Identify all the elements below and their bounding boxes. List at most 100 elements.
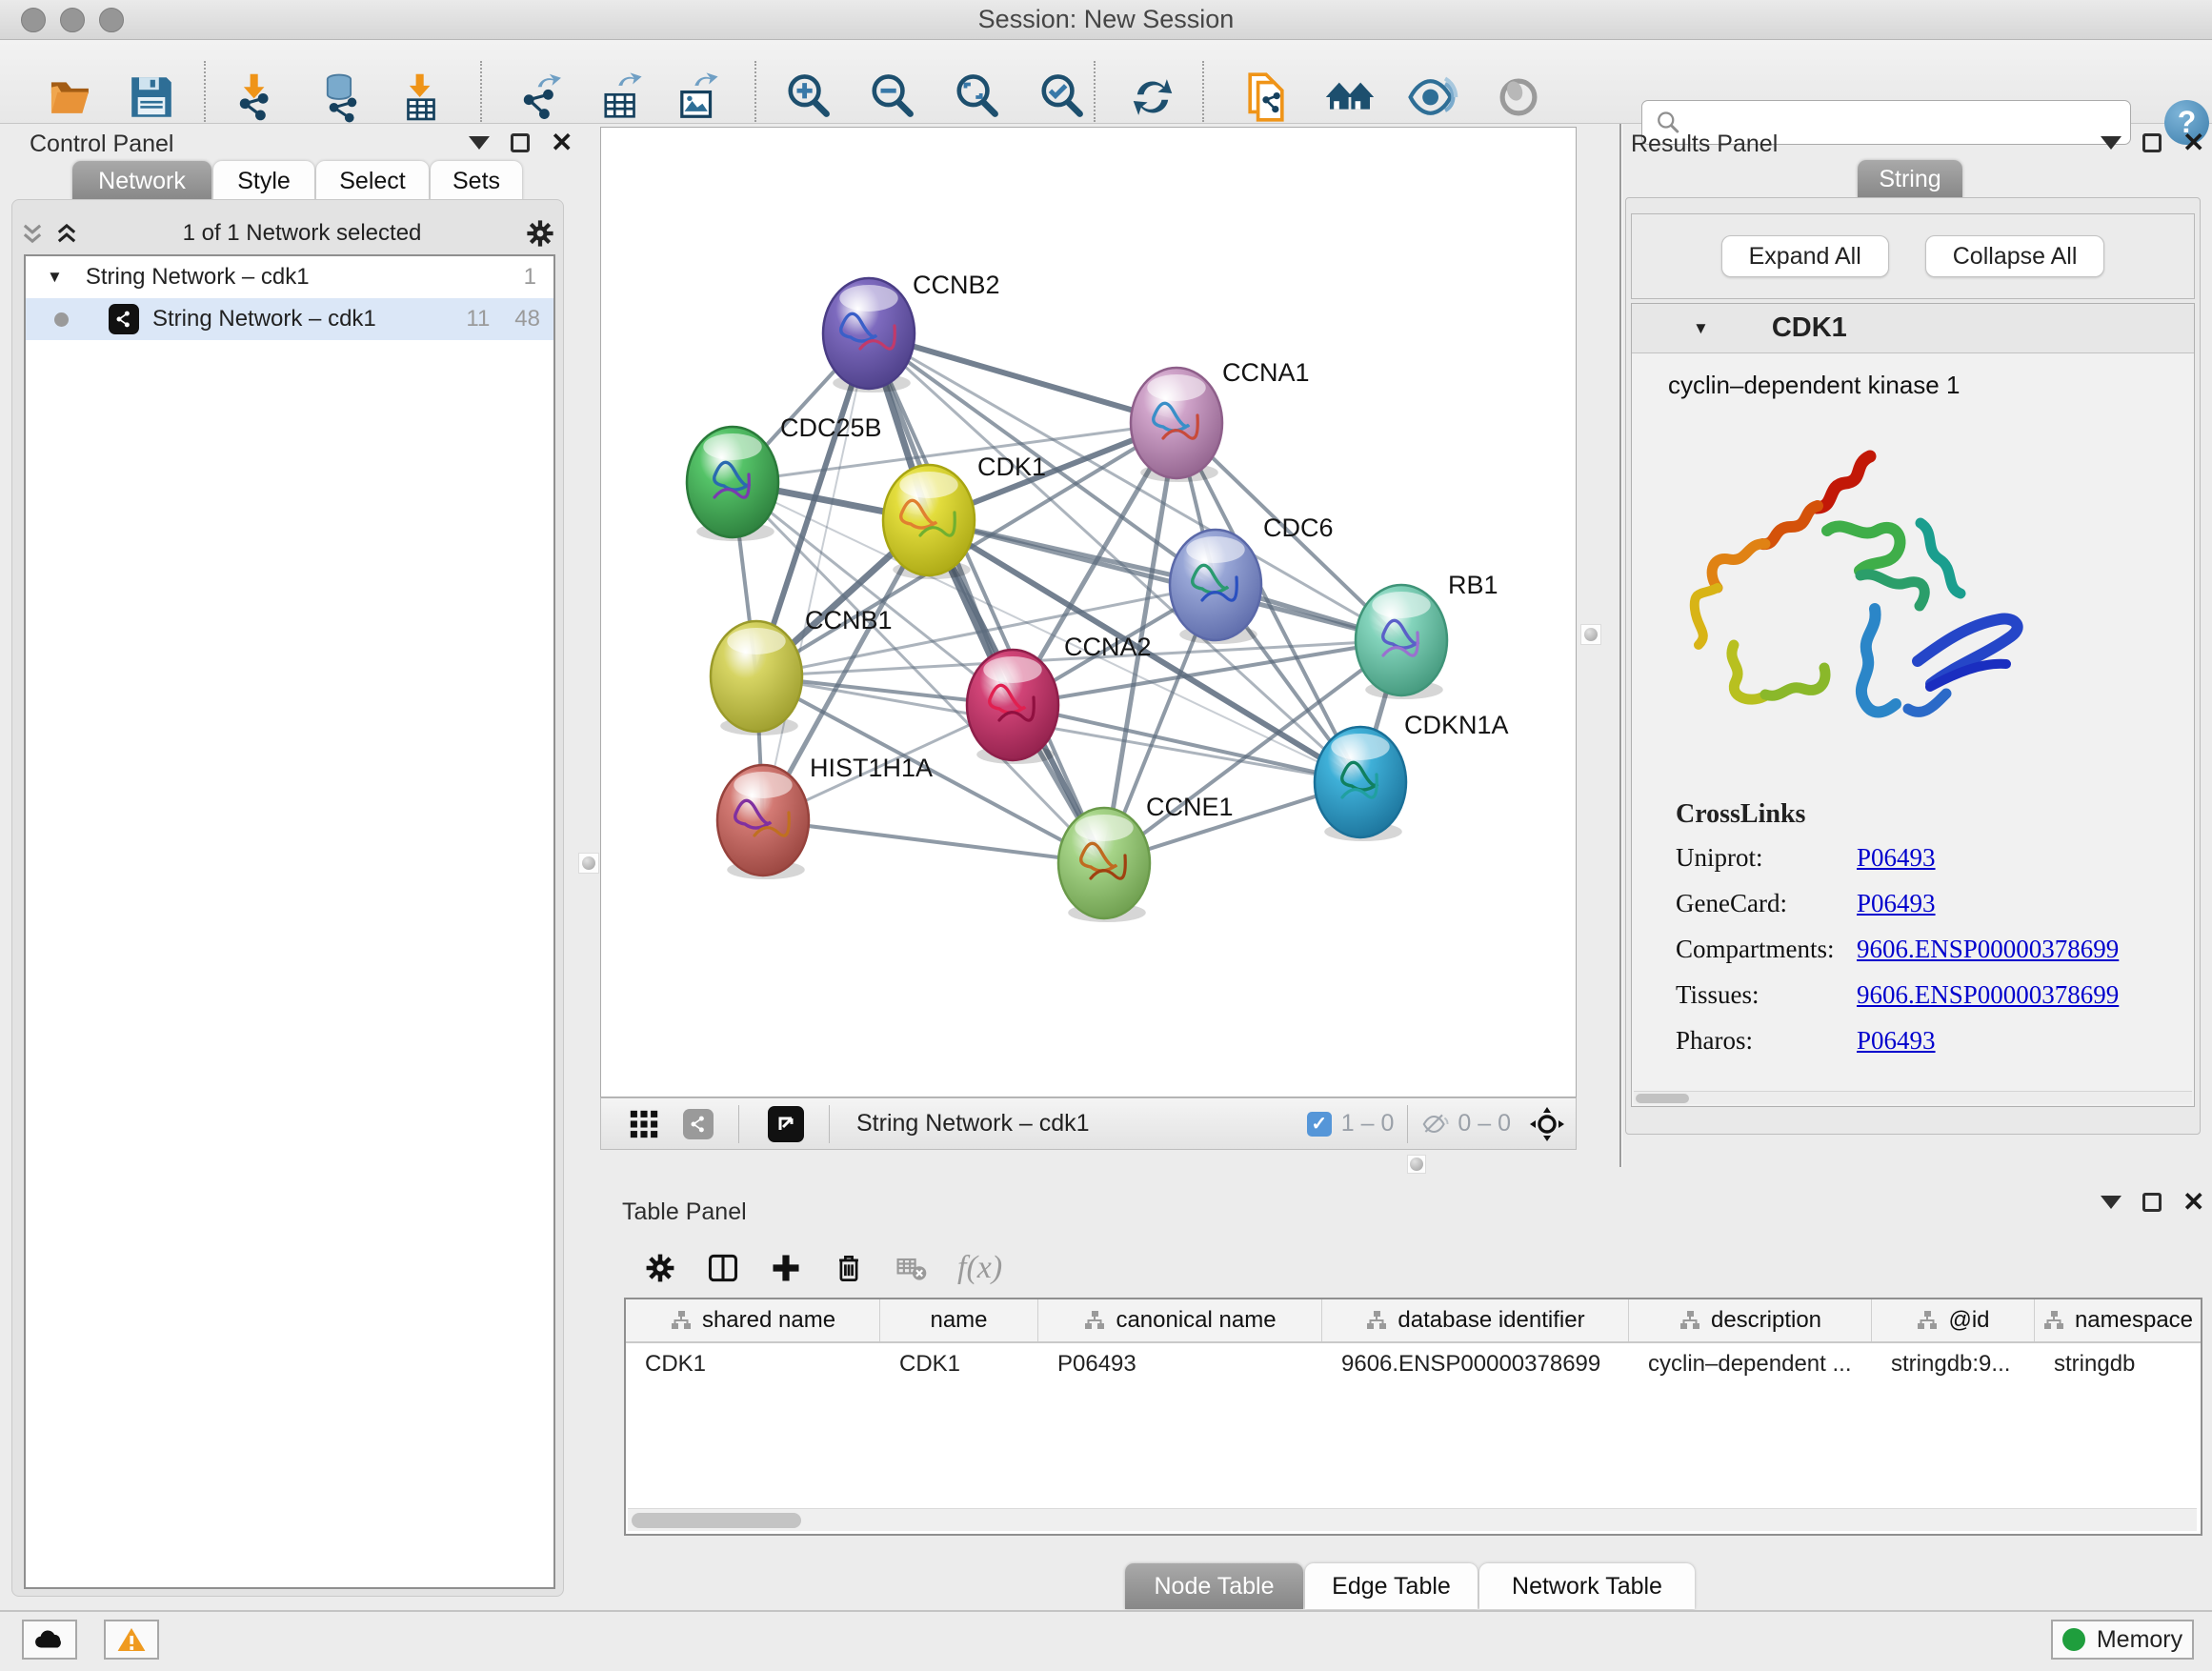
network-share-icon[interactable] (683, 1109, 714, 1139)
gear-icon[interactable] (524, 217, 556, 250)
network-edge[interactable] (869, 333, 1176, 423)
tissues-link[interactable]: 9606.ENSP00000378699 (1857, 980, 2119, 1010)
selected-counts: 1 – 0 (1341, 1110, 1395, 1137)
string-sphere-icon[interactable] (1492, 70, 1545, 124)
string-protein-query-icon[interactable] (1239, 70, 1293, 124)
collapse-panel-icon[interactable] (2101, 136, 2122, 150)
close-panel-icon[interactable]: ✕ (551, 133, 573, 152)
import-table-icon[interactable] (394, 70, 448, 124)
expand-all-button[interactable]: Expand All (1721, 235, 1889, 277)
pharos-link[interactable]: P06493 (1857, 1026, 1936, 1056)
collapse-panel-icon[interactable] (2101, 1196, 2122, 1209)
collapse-all-button[interactable]: Collapse All (1925, 235, 2105, 277)
export-image-icon[interactable] (671, 70, 724, 124)
column-header[interactable]: database identifier (1322, 1299, 1629, 1341)
add-column-icon[interactable] (769, 1251, 803, 1285)
close-window-button[interactable] (21, 8, 46, 32)
column-header[interactable]: canonical name (1038, 1299, 1322, 1341)
gear-icon[interactable] (643, 1251, 677, 1285)
show-columns-icon[interactable] (706, 1251, 740, 1285)
selected-checkbox-icon[interactable]: ✓ (1307, 1112, 1332, 1137)
network-canvas[interactable]: CCNB2CCNA1CDC25BCDK1CDC6RB1CCNB1CCNA2CDK… (600, 127, 1577, 1097)
zoom-selected-icon[interactable] (1036, 70, 1090, 124)
tab-network-table[interactable]: Network Table (1479, 1563, 1695, 1609)
column-header[interactable]: shared name (626, 1299, 880, 1341)
toolbar-separator (480, 61, 482, 122)
results-hscrollbar[interactable] (1634, 1091, 2192, 1104)
tab-edge-table[interactable]: Edge Table (1305, 1563, 1478, 1609)
network-node-cdkn1a[interactable]: CDKN1A (1315, 711, 1509, 841)
network-node-ccne1[interactable]: CCNE1 (1058, 793, 1234, 922)
delete-column-icon[interactable] (832, 1251, 866, 1285)
tab-style[interactable]: Style (213, 161, 314, 201)
table-hscrollbar[interactable] (628, 1508, 2197, 1531)
tab-node-table[interactable]: Node Table (1125, 1563, 1303, 1609)
column-header[interactable]: name (880, 1299, 1038, 1341)
import-network-file-icon[interactable] (229, 70, 282, 124)
grid-view-icon[interactable] (628, 1108, 660, 1140)
minimize-window-button[interactable] (60, 8, 85, 32)
collapse-all-icon[interactable] (19, 220, 46, 247)
left-splitter-handle[interactable] (578, 853, 599, 874)
network-node-cdc6[interactable]: CDC6 (1170, 513, 1334, 644)
zoom-fit-icon[interactable] (952, 70, 1005, 124)
collection-count: 1 (524, 264, 536, 291)
fit-selected-crosshair-icon[interactable] (1528, 1105, 1566, 1143)
control-panel-window-icons: ✕ (469, 133, 573, 152)
table-row[interactable]: CDK1 CDK1 P06493 9606.ENSP00000378699 cy… (626, 1343, 2201, 1385)
column-header[interactable]: namespace (2035, 1299, 2201, 1341)
network-node-hist1h1a[interactable]: HIST1H1A (717, 754, 933, 879)
open-session-icon[interactable] (46, 70, 99, 124)
refresh-layout-icon[interactable] (1126, 70, 1179, 124)
column-header[interactable]: description (1629, 1299, 1872, 1341)
network-list: ▼ String Network – cdk1 1 String Network… (24, 254, 555, 1589)
import-network-database-icon[interactable] (316, 70, 370, 124)
zoom-window-button[interactable] (99, 8, 124, 32)
expander-triangle-icon[interactable]: ▼ (47, 268, 63, 287)
export-table-icon[interactable] (594, 70, 648, 124)
save-session-icon[interactable] (125, 70, 178, 124)
column-header[interactable]: @id (1872, 1299, 2035, 1341)
tab-network[interactable]: Network (72, 161, 211, 201)
results-node-header[interactable]: ▼ CDK1 (1632, 304, 2194, 353)
tab-select[interactable]: Select (316, 161, 429, 201)
scrollbar-thumb[interactable] (632, 1513, 801, 1528)
genecard-link[interactable]: P06493 (1857, 889, 1936, 918)
horizontal-splitter-handle[interactable] (1407, 1155, 1426, 1174)
results-panel-title: Results Panel (1631, 131, 1778, 158)
toolbar-separator (1407, 1105, 1408, 1143)
warning-status-button[interactable] (104, 1620, 159, 1660)
crosslink-row: Pharos: P06493 (1676, 1026, 2171, 1056)
network-row[interactable]: String Network – cdk1 11 48 (26, 298, 553, 340)
string-glass-ball-icon[interactable] (1405, 70, 1458, 124)
uniprot-link[interactable]: P06493 (1857, 843, 1936, 873)
network-collection-row[interactable]: ▼ String Network – cdk1 1 (26, 256, 553, 298)
cloud-status-button[interactable] (22, 1620, 77, 1660)
birds-eye-view-icon[interactable] (768, 1106, 804, 1142)
expand-all-icon[interactable] (53, 220, 80, 247)
compartments-link[interactable]: 9606.ENSP00000378699 (1857, 935, 2119, 964)
node-label: CCNA2 (1064, 633, 1152, 661)
tab-string[interactable]: String (1858, 160, 1962, 198)
expander-triangle-icon[interactable]: ▼ (1693, 319, 1709, 338)
network-node-rb1[interactable]: RB1 (1356, 571, 1498, 699)
zoom-out-icon[interactable] (867, 70, 920, 124)
zoom-in-icon[interactable] (783, 70, 836, 124)
network-selection-status: 1 of 1 Network selected (80, 220, 524, 247)
right-splitter-handle[interactable] (1580, 624, 1601, 645)
close-panel-icon[interactable]: ✕ (2182, 133, 2204, 152)
tab-sets[interactable]: Sets (431, 161, 522, 201)
toolbar-separator (204, 61, 206, 122)
string-home-icon[interactable] (1323, 70, 1377, 124)
float-panel-icon[interactable] (2142, 133, 2162, 152)
close-panel-icon[interactable]: ✕ (2182, 1193, 2204, 1212)
crosslink-row: GeneCard: P06493 (1676, 889, 2171, 918)
float-panel-icon[interactable] (511, 133, 530, 152)
network-edge[interactable] (763, 820, 1104, 863)
network-edge[interactable] (869, 333, 1104, 863)
function-builder-icon: f(x) (957, 1250, 1002, 1286)
float-panel-icon[interactable] (2142, 1193, 2162, 1212)
collapse-panel-icon[interactable] (469, 136, 490, 150)
memory-button[interactable]: Memory (2051, 1620, 2194, 1660)
export-network-icon[interactable] (513, 70, 566, 124)
